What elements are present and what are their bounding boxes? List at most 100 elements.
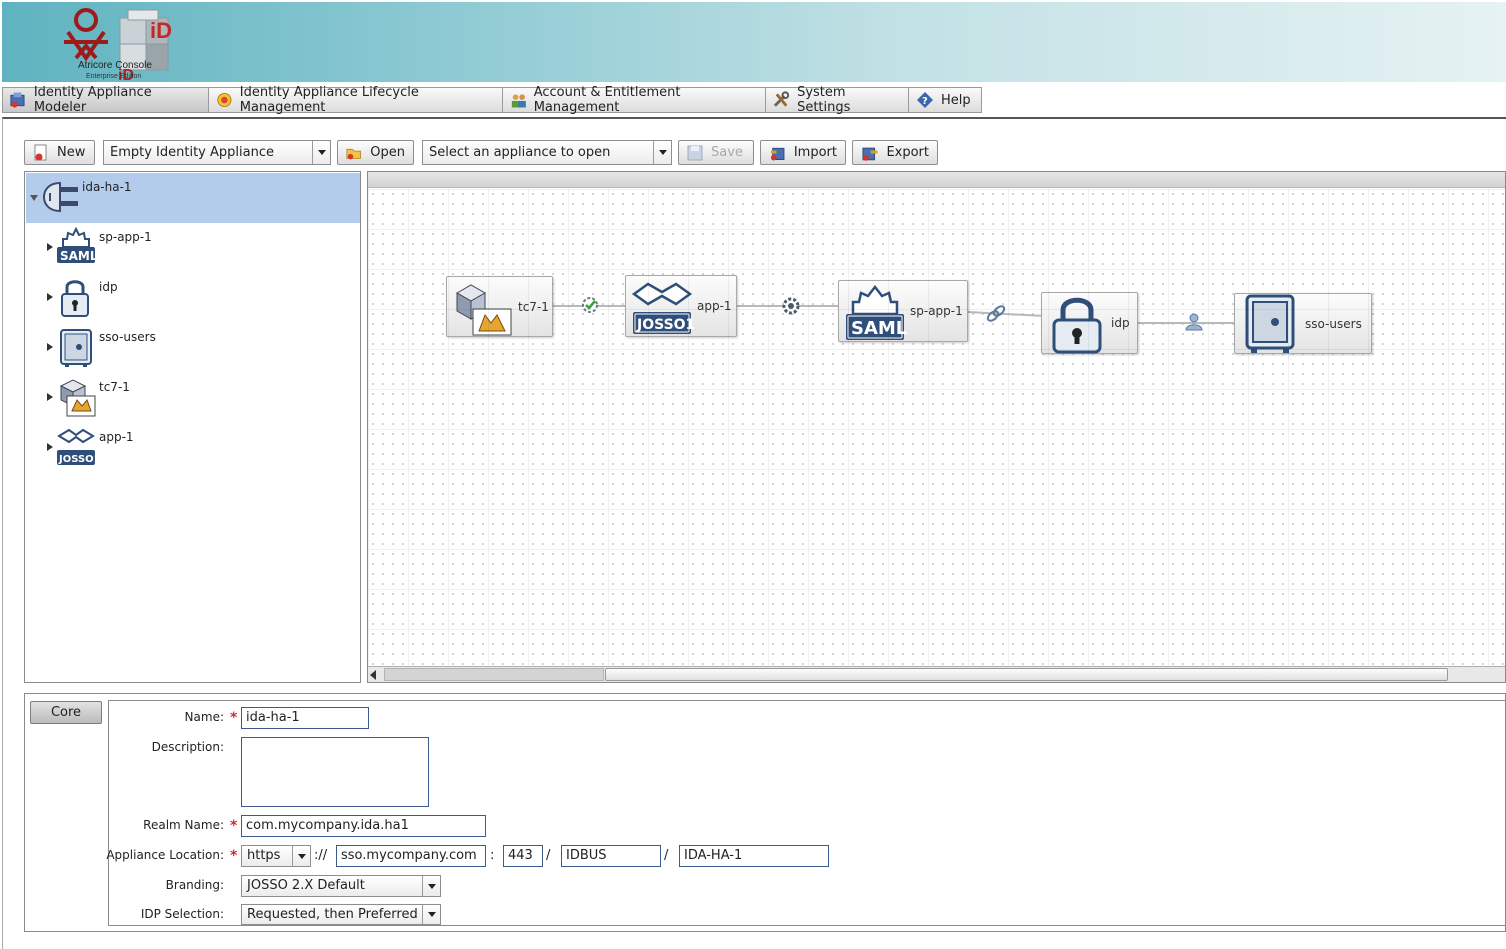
link-chain-icon[interactable]: [984, 303, 1008, 325]
tree-node-sso-users[interactable]: sso-users: [25, 324, 355, 370]
tree-node-idp[interactable]: idp: [25, 274, 355, 320]
diagram-canvas[interactable]: tc7-1 JOSSO1 app-1 SAML sp-app-1 idp sso…: [368, 189, 1505, 667]
tab-identity-appliance-lifecycle[interactable]: Identity Appliance Lifecycle Management: [208, 85, 503, 115]
tree-node-sp-app-1[interactable]: SAML sp-app-1: [25, 224, 355, 270]
logo-subtitle: Enterprise Edition: [86, 73, 142, 80]
tab-account-entitlement[interactable]: Account & Entitlement Management: [502, 85, 766, 115]
realm-name-label: Realm Name:: [143, 818, 224, 832]
scroll-left-arrow-icon[interactable]: [370, 670, 376, 680]
import-button[interactable]: Import: [760, 140, 846, 165]
diagram-node-label: idp: [1111, 316, 1130, 330]
protocol-select[interactable]: https: [241, 845, 311, 867]
save-button[interactable]: Save: [678, 140, 754, 165]
appliance-tree: ida-ha-1 SAML sp-app-1 idp sso-users tc7…: [24, 171, 361, 683]
gear-icon[interactable]: [780, 295, 802, 317]
chevron-down-icon: [422, 905, 440, 924]
export-button[interactable]: Export: [852, 140, 938, 165]
context-field[interactable]: IDBUS: [561, 845, 661, 867]
new-document-icon: [34, 144, 47, 160]
open-button[interactable]: Open: [337, 140, 414, 165]
app-banner: iD iD Atricore Console Enterprise Editio…: [2, 2, 1506, 84]
expand-toggle[interactable]: [47, 443, 53, 451]
idp-selection-value: Requested, then Preferred: [247, 907, 418, 922]
diagram-node-label: sso-users: [1305, 317, 1362, 331]
svg-text:SAML: SAML: [60, 249, 97, 263]
tree-node-app-1[interactable]: JOSSO1 app-1: [25, 424, 355, 470]
save-button-label: Save: [711, 145, 743, 160]
name-field[interactable]: ida-ha-1: [241, 707, 369, 729]
lock-icon: [61, 280, 89, 317]
export-button-label: Export: [886, 145, 929, 160]
chevron-down-icon: [422, 876, 440, 896]
lock-icon: [1052, 297, 1102, 354]
users-icon: [511, 94, 526, 108]
tree-node-label: tc7-1: [99, 380, 130, 394]
lifecycle-icon: [217, 92, 232, 108]
new-button-label: New: [57, 145, 86, 160]
export-icon: [862, 147, 878, 161]
open-appliance-value: Select an appliance to open: [429, 145, 611, 160]
host-field[interactable]: sso.mycompany.com: [336, 845, 486, 867]
appliance-plug-icon: [42, 181, 78, 213]
branding-label: Branding:: [165, 878, 224, 892]
diagram-node-label: app-1: [697, 299, 732, 313]
diagram-node-label: sp-app-1: [910, 304, 963, 318]
canvas-header: [368, 172, 1505, 188]
tab-label: Identity Appliance Lifecycle Management: [239, 85, 419, 115]
expand-toggle[interactable]: [47, 393, 53, 401]
main-tab-bar: Identity Appliance Modeler Identity Appl…: [2, 85, 982, 115]
required-asterisk: *: [230, 818, 238, 834]
tools-icon: [773, 91, 790, 107]
chevron-down-icon: [292, 846, 310, 866]
logo-title: Atricore Console: [78, 60, 152, 71]
canvas-horizontal-scrollbar[interactable]: [368, 666, 1505, 682]
tab-label: Identity Appliance Modeler: [33, 85, 152, 115]
identity-lookup-icon[interactable]: [1182, 311, 1206, 333]
diagram-canvas-panel: tc7-1 JOSSO1 app-1 SAML sp-app-1 idp sso…: [367, 171, 1506, 683]
scheme-separator: ://: [314, 848, 328, 863]
open-appliance-select[interactable]: Select an appliance to open: [422, 140, 672, 165]
name-label: Name:: [184, 710, 224, 724]
path-separator: /: [546, 848, 551, 863]
diagram-node-app-1[interactable]: JOSSO1 app-1: [625, 275, 737, 337]
branding-select[interactable]: JOSSO 2.X Default: [241, 875, 441, 897]
path-field[interactable]: IDA-HA-1: [679, 845, 829, 867]
expand-toggle[interactable]: [47, 293, 53, 301]
tab-label: Help: [941, 92, 971, 108]
scrollbar-thumb[interactable]: [605, 668, 1448, 681]
svg-text:JOSSO1: JOSSO1: [58, 454, 97, 465]
tab-system-settings[interactable]: System Settings: [765, 85, 909, 115]
tree-root-node[interactable]: ida-ha-1: [26, 173, 360, 223]
tab-help[interactable]: ? Help: [908, 87, 982, 113]
chevron-down-icon: [653, 141, 671, 164]
idp-selection-select[interactable]: Requested, then Preferred: [241, 904, 441, 925]
expand-toggle[interactable]: [30, 195, 38, 201]
tomcat-icon: [455, 284, 512, 336]
safe-icon: [60, 329, 92, 367]
tab-identity-appliance-modeler[interactable]: Identity Appliance Modeler: [2, 85, 209, 115]
description-label: Description:: [151, 740, 224, 754]
expand-toggle[interactable]: [47, 343, 53, 351]
safe-icon: [1245, 294, 1295, 353]
saml-sp-icon: SAML: [846, 284, 907, 340]
import-button-label: Import: [793, 145, 837, 160]
scrollbar-track[interactable]: [384, 668, 604, 681]
port-field[interactable]: 443: [503, 845, 543, 867]
realm-name-field[interactable]: com.mycompany.ida.ha1: [241, 815, 486, 837]
diagram-node-sp-app-1[interactable]: SAML sp-app-1: [838, 280, 968, 342]
josso-icon: JOSSO1: [57, 428, 97, 465]
diagram-node-idp[interactable]: idp: [1041, 292, 1138, 354]
description-field[interactable]: [241, 737, 429, 807]
new-button[interactable]: New: [24, 140, 95, 165]
tree-node-label: idp: [99, 280, 118, 294]
diagram-node-sso-users[interactable]: sso-users: [1234, 293, 1372, 354]
idp-selection-label: IDP Selection:: [140, 907, 224, 921]
new-appliance-type-select[interactable]: Empty Identity Appliance: [103, 140, 331, 165]
diagram-node-tc7-1[interactable]: tc7-1: [446, 276, 553, 337]
tree-node-tc7-1[interactable]: tc7-1: [25, 374, 355, 420]
new-appliance-type-value: Empty Identity Appliance: [110, 145, 274, 160]
svg-text:iD: iD: [150, 18, 172, 43]
svg-text:SAML: SAML: [851, 318, 907, 339]
expand-toggle[interactable]: [47, 243, 53, 251]
gear-check-icon[interactable]: [579, 294, 601, 316]
